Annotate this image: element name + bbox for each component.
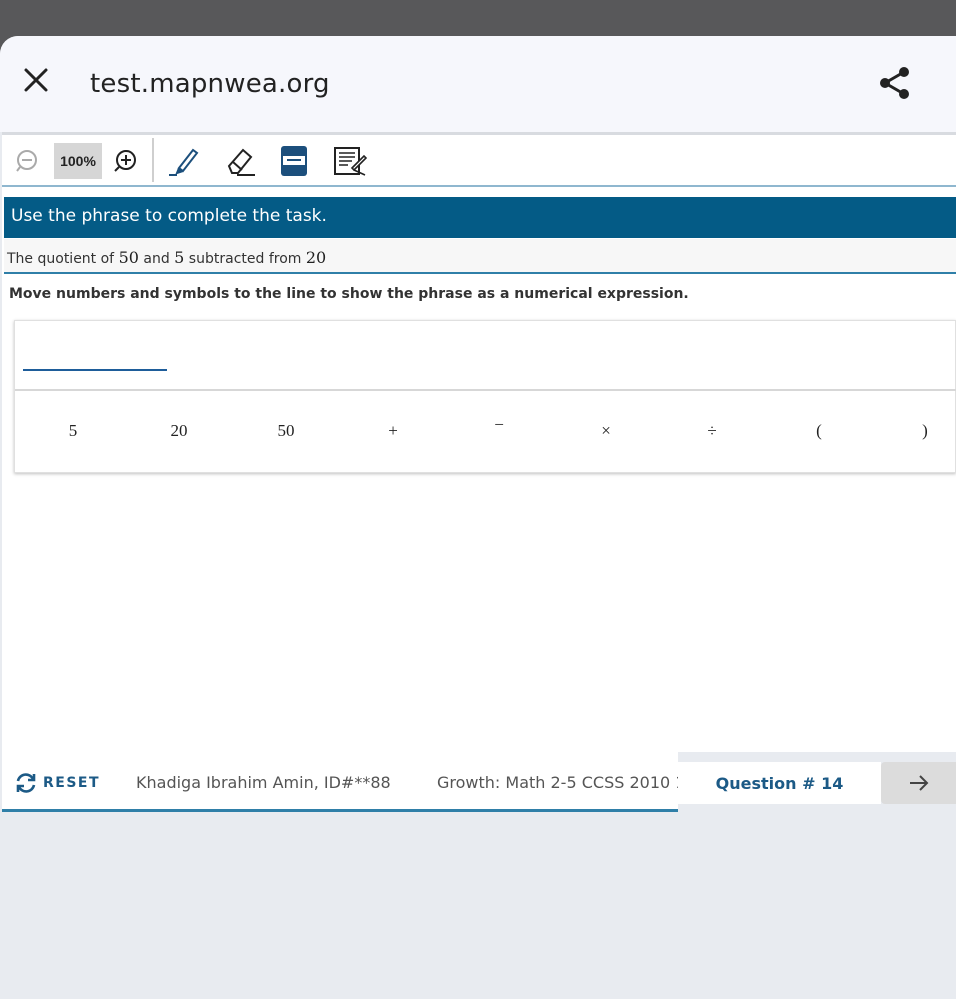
student-name: Khadiga Ibrahim Amin, ID#**88 xyxy=(136,773,391,792)
pen-icon xyxy=(169,148,199,176)
highlighter-button[interactable] xyxy=(166,143,202,179)
refresh-icon xyxy=(16,773,36,793)
tile-50[interactable]: 50 xyxy=(256,415,316,447)
tile-multiply[interactable]: × xyxy=(576,415,636,447)
task-instruction: Move numbers and symbols to the line to … xyxy=(9,286,689,302)
tile-minus[interactable]: − xyxy=(469,409,529,441)
eraser-icon xyxy=(227,148,255,176)
question-number: Question # 14 xyxy=(678,762,881,804)
close-icon xyxy=(24,68,48,92)
arrow-right-icon xyxy=(909,775,928,791)
drop-zone xyxy=(15,321,956,391)
answer-line-target[interactable] xyxy=(23,369,167,371)
tile-plus[interactable]: + xyxy=(363,415,423,447)
phrase-text: subtracted from xyxy=(184,251,306,267)
toolbar: 100% xyxy=(2,135,956,187)
footer: RESET Khadiga Ibrahim Amin, ID#**88 Grow… xyxy=(2,752,956,999)
close-button[interactable] xyxy=(20,64,52,96)
task-header: Use the phrase to complete the task. xyxy=(4,197,956,238)
share-button[interactable] xyxy=(876,64,914,102)
tile-close-paren[interactable]: ) xyxy=(895,415,955,447)
notepad-icon xyxy=(334,147,368,176)
tile-bank: 5 20 50 + − × ÷ ( ) xyxy=(15,393,956,473)
phrase-number: 5 xyxy=(174,248,185,267)
drag-drop-workspace: 5 20 50 + − × ÷ ( ) xyxy=(14,320,956,473)
test-app: 100% Use the phrase to complete the task… xyxy=(2,132,956,752)
notepad-button[interactable] xyxy=(332,143,368,179)
phrase-number: 20 xyxy=(305,248,327,267)
tile-open-paren[interactable]: ( xyxy=(789,415,849,447)
zoom-level: 100% xyxy=(54,143,102,179)
phrase-row: The quotient of 50 and 5 subtracted from… xyxy=(4,239,956,274)
url-bar: test.mapnwea.org xyxy=(0,36,956,132)
reset-label: RESET xyxy=(43,775,101,791)
tile-20[interactable]: 20 xyxy=(149,415,209,447)
zoom-in-button[interactable] xyxy=(112,143,140,179)
toolbar-divider xyxy=(152,138,154,182)
reset-button[interactable]: RESET xyxy=(14,771,100,795)
share-icon xyxy=(880,67,909,99)
line-reader-icon xyxy=(281,146,307,176)
zoom-out-icon xyxy=(16,150,37,172)
next-question-button[interactable] xyxy=(881,762,956,804)
eraser-button[interactable] xyxy=(222,143,258,179)
browser-sheet: test.mapnwea.org 100% Use the phrase to … xyxy=(0,36,956,999)
test-name: Growth: Math 2-5 CCSS 2010 1.1 xyxy=(437,773,678,792)
line-reader-button[interactable] xyxy=(278,143,310,179)
phrase-text: and xyxy=(138,251,175,267)
url-text[interactable]: test.mapnwea.org xyxy=(90,69,330,99)
tile-divide[interactable]: ÷ xyxy=(682,415,742,447)
footer-bar: RESET Khadiga Ibrahim Amin, ID#**88 Grow… xyxy=(2,762,956,804)
zoom-out-button[interactable] xyxy=(14,143,42,179)
phrase-number: 50 xyxy=(118,248,139,267)
phrase-text: The quotient of xyxy=(7,251,119,267)
tile-5[interactable]: 5 xyxy=(43,415,103,447)
zoom-in-icon xyxy=(114,150,136,172)
